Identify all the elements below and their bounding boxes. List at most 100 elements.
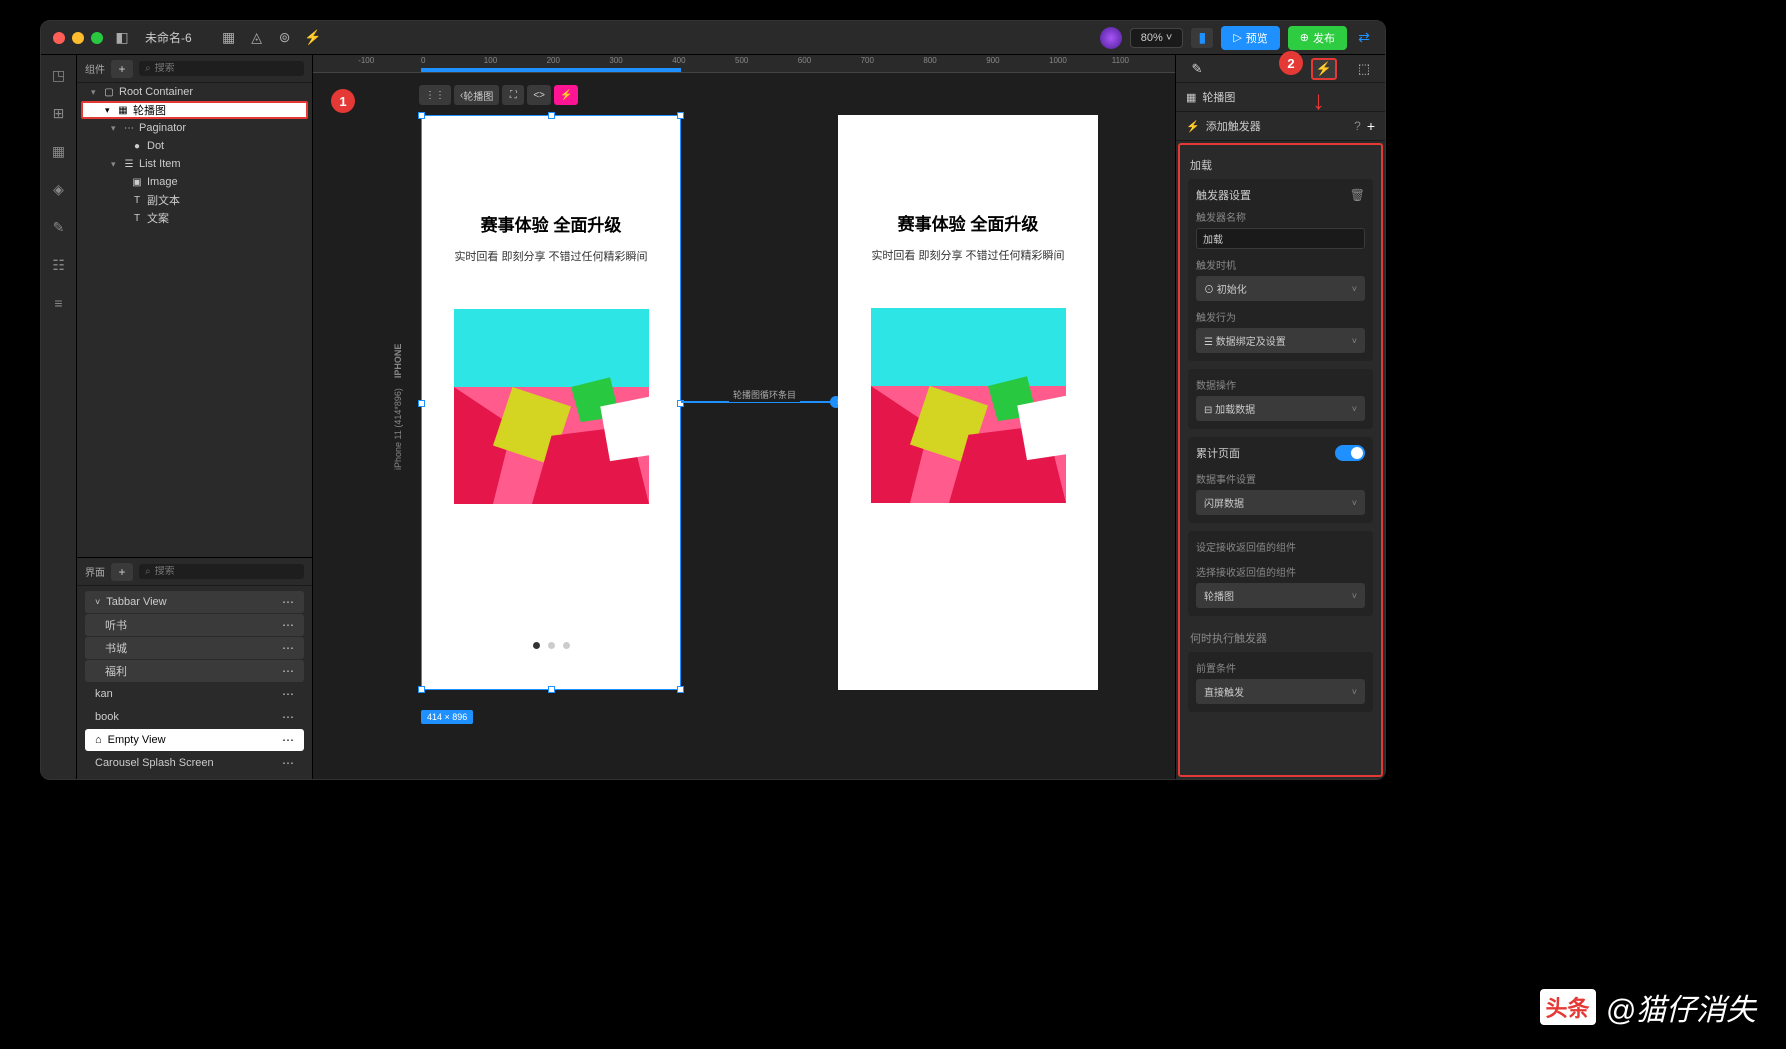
page-carousel-splash[interactable]: Carousel Splash Screen⋯ xyxy=(85,752,304,774)
toolbar-components-icon[interactable]: ⊚ xyxy=(276,29,294,47)
page-menu-button[interactable]: ⋯ xyxy=(282,687,294,701)
slide-image xyxy=(454,309,649,504)
page-book[interactable]: book⋯ xyxy=(85,706,304,728)
preview-button[interactable]: ▷ 预览 xyxy=(1221,26,1279,50)
list-icon[interactable]: ≡ xyxy=(49,293,69,313)
text-icon: T xyxy=(131,194,143,206)
canvas[interactable]: -100010020030040050060070080090010001100… xyxy=(313,55,1175,779)
return-component-select[interactable]: 轮播图˅ xyxy=(1196,583,1365,608)
device-preview-button[interactable]: ▮ xyxy=(1191,28,1213,48)
page-kan[interactable]: kan⋯ xyxy=(85,683,304,705)
brush-icon[interactable]: ✎ xyxy=(49,217,69,237)
breadcrumb-button[interactable]: ‹ 轮播图 xyxy=(454,85,499,105)
set-return-label: 设定接收返回值的组件 xyxy=(1196,539,1365,554)
trigger-name-input[interactable] xyxy=(1196,228,1365,249)
page-menu-button[interactable]: ⋯ xyxy=(282,756,294,770)
edit-tab[interactable]: ✎ xyxy=(1184,58,1210,80)
page-welfare[interactable]: 福利⋯ xyxy=(85,660,304,682)
minimize-window-button[interactable] xyxy=(72,32,84,44)
page-menu-button[interactable]: ⋯ xyxy=(282,733,294,747)
tree-node-paginator[interactable]: ▾⋯Paginator xyxy=(77,119,312,137)
page-menu-button[interactable]: ⋯ xyxy=(282,710,294,724)
publish-button[interactable]: ⊕ 发布 xyxy=(1288,26,1347,50)
chevron-down-icon: ˅ xyxy=(1352,404,1357,414)
pagination-dots xyxy=(422,642,680,649)
trigger-timing-select[interactable]: ⊙ 初始化˅ xyxy=(1196,276,1365,301)
inspector-panel: ✎ ⚡ ⬚ ▦ 轮播图 ⚡ 添加触发器 ? + 加载 触发器设置 xyxy=(1175,55,1385,779)
toolbar-share-icon[interactable]: ◬ xyxy=(248,29,266,47)
tree-node-listitem[interactable]: ▾☰List Item xyxy=(77,155,312,173)
page-listen[interactable]: 听书⋯ xyxy=(85,614,304,636)
cube-tab[interactable]: ⬚ xyxy=(1351,58,1377,80)
cube-icon[interactable]: ◳ xyxy=(49,65,69,85)
tree-node-dot[interactable]: ●Dot xyxy=(77,137,312,155)
data-event-select[interactable]: 闪屏数据˅ xyxy=(1196,490,1365,515)
trigger-action-select[interactable]: ☰ 数据绑定及设置˅ xyxy=(1196,328,1365,353)
add-trigger-button[interactable]: + xyxy=(1367,118,1375,134)
layers-icon[interactable]: ◈ xyxy=(49,179,69,199)
page-tabbar-view[interactable]: ˅Tabbar View⋯ xyxy=(85,591,304,613)
artboard-2[interactable]: 赛事体验 全面升级 实时回看 即刻分享 不错过任何精彩瞬间 xyxy=(838,115,1098,690)
home-icon: ⌂ xyxy=(95,734,102,746)
page-menu-button[interactable]: ⋯ xyxy=(282,618,294,632)
chevron-down-icon: ˅ xyxy=(1352,284,1357,294)
chevron-down-icon: ˅ xyxy=(1352,498,1357,508)
page-search-input[interactable] xyxy=(155,566,298,577)
grid-icon[interactable]: ▦ xyxy=(49,141,69,161)
component-search-input[interactable] xyxy=(155,63,298,74)
panel-toggle-icon[interactable]: ◧ xyxy=(113,29,131,47)
annotation-1: 1 xyxy=(331,89,355,113)
connection-line[interactable]: › 轮播图循环条目 xyxy=(681,401,838,403)
data-op-select[interactable]: ⊟ 加载数据˅ xyxy=(1196,396,1365,421)
data-event-label: 数据事件设置 xyxy=(1196,471,1365,486)
chevron-down-icon: ˅ xyxy=(1352,591,1357,601)
search-icon: ⌕ xyxy=(145,566,151,577)
bolt-icon[interactable]: ⚡ xyxy=(554,85,578,105)
page-menu-button[interactable]: ⋯ xyxy=(282,664,294,678)
pages-panel: 界面 + ⌕ ˅Tabbar View⋯ 听书⋯ 书城⋯ 福利⋯ kan⋯ bo… xyxy=(77,557,312,779)
close-window-button[interactable] xyxy=(53,32,65,44)
document-name: 未命名-6 xyxy=(145,29,192,46)
toolbar-save-icon[interactable]: ▦ xyxy=(220,29,238,47)
artboard-selected[interactable]: 赛事体验 全面升级 实时回看 即刻分享 不错过任何精彩瞬间 xyxy=(421,115,681,690)
fullscreen-icon[interactable]: ⛶ xyxy=(502,85,524,105)
precondition-select[interactable]: 直接触发˅ xyxy=(1196,679,1365,704)
chevron-down-icon: ˅ xyxy=(1352,336,1357,346)
list-item-icon: ☰ xyxy=(123,158,135,170)
page-empty-view[interactable]: ⌂Empty View⋯ xyxy=(85,729,304,751)
image-icon: ▣ xyxy=(131,176,143,188)
text-icon: T xyxy=(131,212,143,224)
tree-node-copy[interactable]: T文案 xyxy=(77,209,312,227)
precondition-label: 前置条件 xyxy=(1196,660,1365,675)
tree-icon[interactable]: ⊞ xyxy=(49,103,69,123)
slide-title: 赛事体验 全面升级 xyxy=(838,210,1098,235)
bolt-tab[interactable]: ⚡ xyxy=(1311,58,1337,80)
toolbar-bolt-icon[interactable]: ⚡ xyxy=(304,29,322,47)
tree-node-subtitle[interactable]: T副文本 xyxy=(77,191,312,209)
tree-node-carousel[interactable]: ▾▦轮播图 xyxy=(81,101,308,119)
tree-node-image[interactable]: ▣Image xyxy=(77,173,312,191)
tree-node-root[interactable]: ▾▢Root Container xyxy=(77,83,312,101)
bolt-icon: ⚡ xyxy=(1186,120,1200,133)
slide-subtitle: 实时回看 即刻分享 不错过任何精彩瞬间 xyxy=(422,248,680,264)
data-icon[interactable]: ☷ xyxy=(49,255,69,275)
maximize-window-button[interactable] xyxy=(91,32,103,44)
accumulate-toggle[interactable] xyxy=(1335,445,1365,461)
delete-trigger-button[interactable]: 🗑 xyxy=(1350,188,1365,202)
page-menu-button[interactable]: ⋯ xyxy=(282,641,294,655)
settings-icon[interactable]: ⇄ xyxy=(1355,29,1373,47)
drag-handle-icon[interactable]: ⋮⋮ xyxy=(419,85,451,105)
user-avatar[interactable] xyxy=(1100,27,1122,49)
page-menu-button[interactable]: ⋯ xyxy=(282,595,294,609)
when-exec-label: 何时执行触发器 xyxy=(1188,624,1373,652)
help-icon[interactable]: ? xyxy=(1354,119,1361,133)
dot-3 xyxy=(563,642,570,649)
app-window: ◧ 未命名-6 ▦ ◬ ⊚ ⚡ 80% ˅ ▮ ▷ 预览 ⊕ 发布 ⇄ ◳ ⊞ … xyxy=(40,20,1386,780)
zoom-selector[interactable]: 80% ˅ xyxy=(1130,28,1184,48)
code-icon[interactable]: <> xyxy=(527,85,551,105)
watermark-logo: 头条 xyxy=(1540,989,1596,1025)
add-page-button[interactable]: + xyxy=(111,563,133,581)
annotation-arrow: ↓ xyxy=(1312,85,1325,116)
add-component-button[interactable]: + xyxy=(111,60,133,78)
page-bookstore[interactable]: 书城⋯ xyxy=(85,637,304,659)
